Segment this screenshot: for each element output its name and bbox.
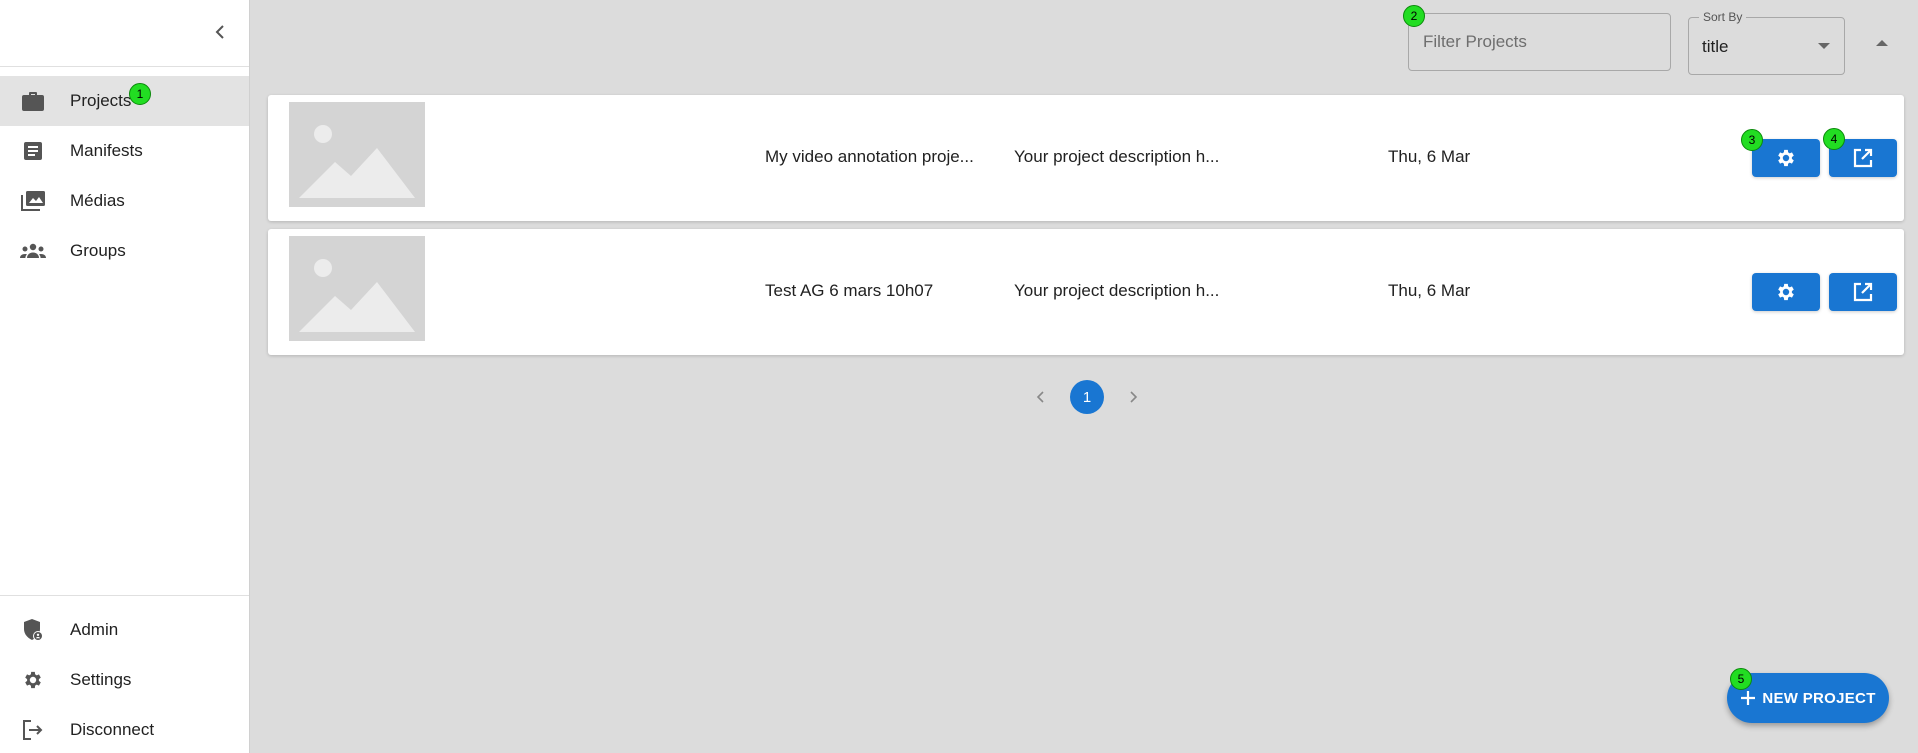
gear-icon xyxy=(20,667,46,693)
sidebar-item-disconnect[interactable]: Disconnect xyxy=(0,705,249,753)
previous-page-button[interactable] xyxy=(1030,386,1052,408)
annotation-badge: 1 xyxy=(129,83,151,105)
sort-direction-toggle[interactable] xyxy=(1876,40,1888,46)
project-date: Thu, 6 Mar xyxy=(1388,281,1471,300)
next-page-button[interactable] xyxy=(1122,386,1144,408)
photo-library-icon xyxy=(20,188,46,214)
pagination: 1 xyxy=(1030,380,1144,414)
sidebar-item-label: Admin xyxy=(70,620,119,639)
project-title: My video annotation proje... xyxy=(765,147,974,166)
open-in-new-icon xyxy=(1853,148,1873,168)
sort-by-value: title xyxy=(1702,37,1729,56)
sort-by-label: Sort By xyxy=(1699,10,1747,24)
open-in-new-icon xyxy=(1853,282,1873,302)
project-description: Your project description h... xyxy=(1014,281,1220,300)
image-placeholder-icon xyxy=(289,102,425,207)
caret-down-icon xyxy=(1818,43,1830,49)
project-card: Test AG 6 mars 10h07 Your project descri… xyxy=(268,229,1904,355)
sidebar-item-label: Médias xyxy=(70,191,125,210)
sidebar-item-medias[interactable]: Médias xyxy=(0,176,249,226)
annotation-badge: 5 xyxy=(1730,668,1752,690)
sort-by-select[interactable]: Sort By title xyxy=(1688,10,1845,75)
logout-icon xyxy=(20,717,46,743)
sidebar-item-settings[interactable]: Settings xyxy=(0,655,249,705)
project-description: Your project description h... xyxy=(1014,147,1220,166)
secondary-nav: Admin Settings Disconnect xyxy=(0,595,249,753)
sidebar-item-label: Settings xyxy=(70,670,132,689)
sidebar-item-manifests[interactable]: Manifests xyxy=(0,126,249,176)
briefcase-icon xyxy=(20,88,46,114)
plus-icon xyxy=(1740,690,1756,706)
sidebar-item-label: Manifests xyxy=(70,141,143,160)
sidebar: Projects Manifests Médias Groups Admin S… xyxy=(0,0,250,753)
sidebar-item-label: Projects xyxy=(70,91,132,110)
new-project-label: NEW PROJECT xyxy=(1762,689,1876,707)
project-settings-button[interactable] xyxy=(1752,273,1820,311)
sidebar-item-label: Groups xyxy=(70,241,126,260)
main-nav: Projects Manifests Médias Groups xyxy=(0,67,249,276)
sidebar-item-projects[interactable]: Projects xyxy=(0,76,249,126)
chevron-left-icon xyxy=(215,25,224,39)
chevron-right-icon xyxy=(1130,391,1138,403)
project-date: Thu, 6 Mar xyxy=(1388,147,1471,166)
sidebar-header xyxy=(0,0,249,67)
image-placeholder-icon xyxy=(289,236,425,341)
admin-shield-icon xyxy=(20,617,46,643)
annotation-badge: 2 xyxy=(1403,5,1425,27)
open-project-button[interactable] xyxy=(1829,273,1897,311)
sidebar-item-groups[interactable]: Groups xyxy=(0,226,249,276)
annotation-badge: 3 xyxy=(1741,129,1763,151)
filter-projects-field[interactable] xyxy=(1408,13,1671,71)
chevron-left-icon xyxy=(1036,391,1044,403)
filter-projects-input[interactable] xyxy=(1409,14,1670,70)
annotation-badge: 4 xyxy=(1823,128,1845,150)
groups-icon xyxy=(20,238,46,264)
project-settings-button[interactable] xyxy=(1752,139,1820,177)
sidebar-item-admin[interactable]: Admin xyxy=(0,605,249,655)
document-icon xyxy=(20,138,46,164)
collapse-sidebar-button[interactable] xyxy=(208,20,232,44)
sidebar-item-label: Disconnect xyxy=(70,720,155,739)
project-title: Test AG 6 mars 10h07 xyxy=(765,281,934,300)
gear-icon xyxy=(1778,283,1794,301)
page-number-button[interactable]: 1 xyxy=(1070,380,1104,414)
project-card: My video annotation proje... Your projec… xyxy=(268,95,1904,221)
gear-icon xyxy=(1778,149,1794,167)
